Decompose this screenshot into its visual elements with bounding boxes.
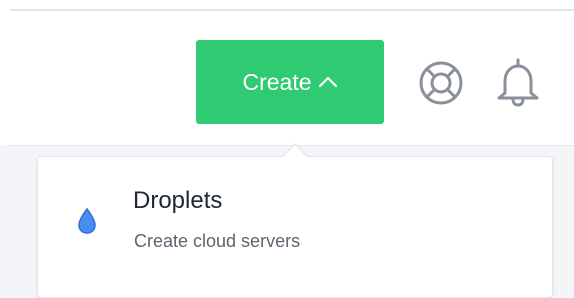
menu-item-description: Create cloud servers <box>134 231 301 251</box>
droplet-icon <box>78 207 96 234</box>
bell-icon[interactable] <box>494 57 542 107</box>
dropdown-caret <box>282 143 308 157</box>
top-border-line <box>10 9 574 11</box>
create-button[interactable]: Create <box>196 40 384 124</box>
create-button-label: Create <box>242 68 312 95</box>
help-lifebuoy-icon[interactable] <box>418 60 464 106</box>
menu-item-droplets[interactable]: Droplets Create cloud servers <box>38 175 552 265</box>
menu-item-title: Droplets <box>133 187 223 214</box>
create-dropdown-menu: Droplets Create cloud servers <box>37 156 553 298</box>
chevron-up-icon <box>318 76 337 88</box>
